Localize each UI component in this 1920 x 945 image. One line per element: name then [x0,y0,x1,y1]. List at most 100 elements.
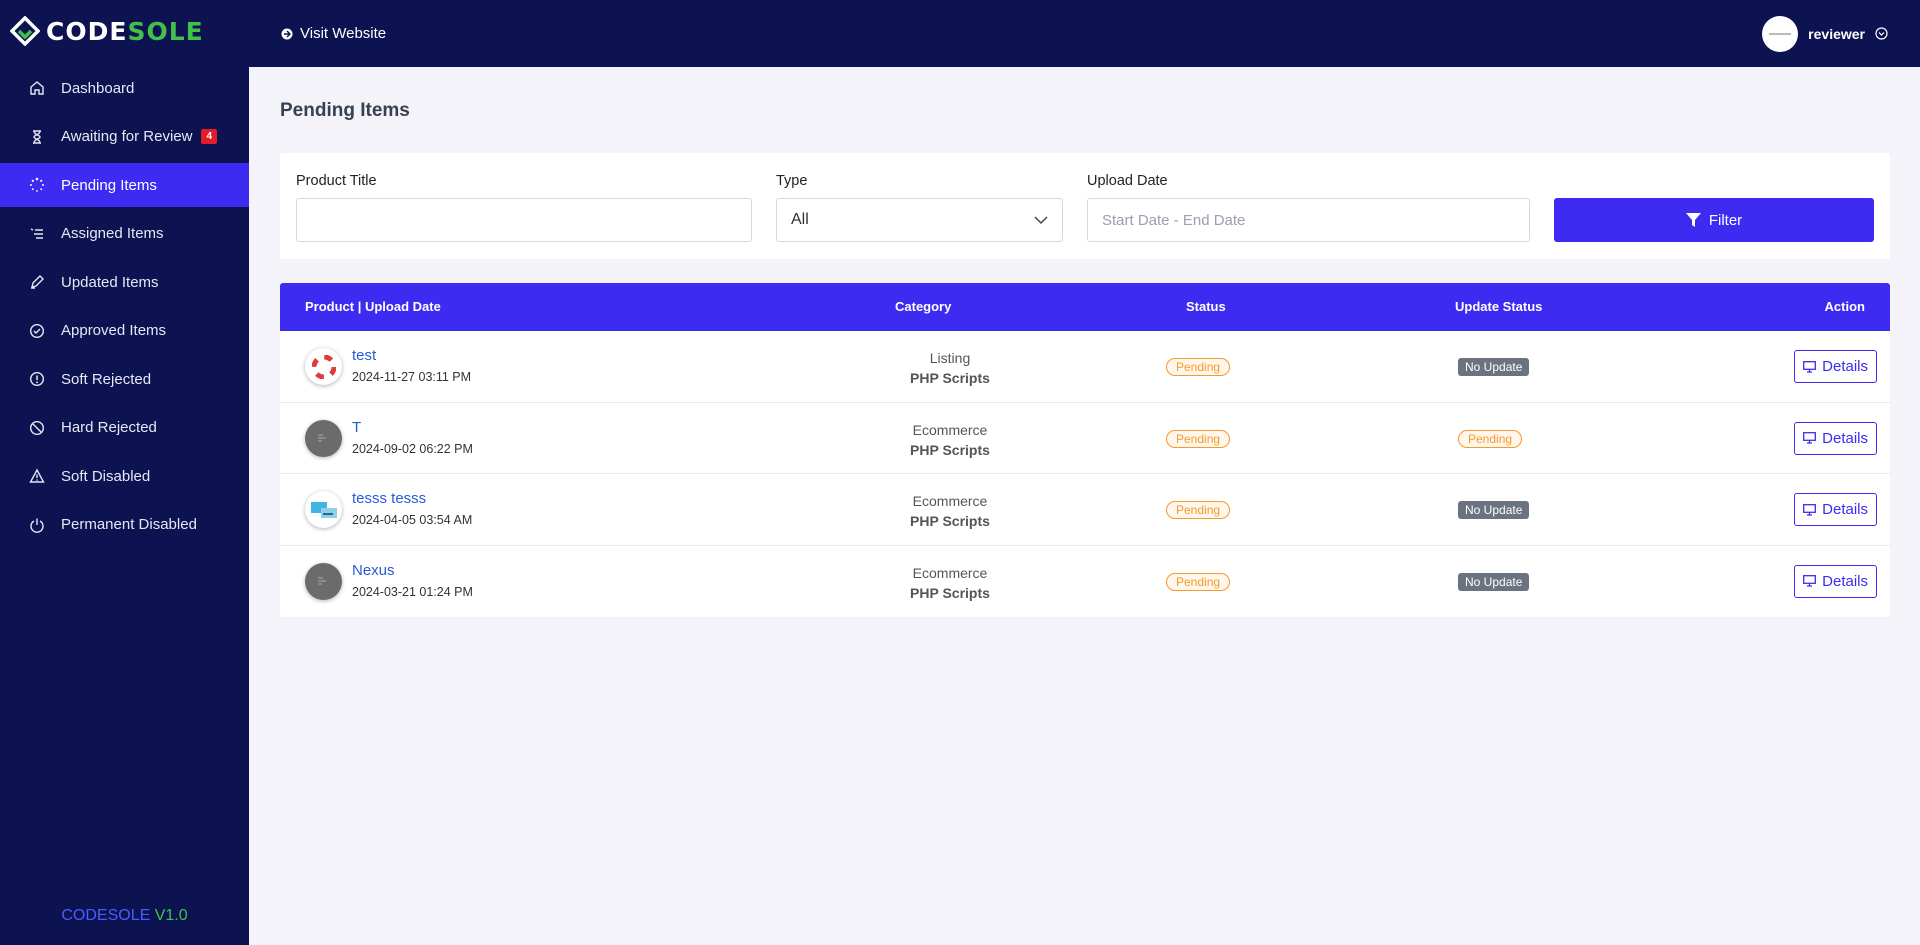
pending-items-table: Product | Upload Date Category Status Up… [280,283,1890,617]
sidebar-item-dashboard[interactable]: Dashboard [0,66,249,110]
logo-text: CODESOLE [46,16,204,46]
sidebar-item-label: Approved Items [61,322,167,339]
category-cell: Ecommerce PHP Scripts [860,420,1040,460]
monitor-icon [1803,432,1817,444]
sidebar-item-soft-rejected[interactable]: Soft Rejected [0,357,249,401]
spinner-icon [29,177,45,193]
page-title: Pending Items [280,100,410,121]
category-cell: Ecommerce PHP Scripts [860,491,1040,531]
placeholder-image-icon [317,577,326,585]
product-image-icon [310,501,337,518]
update-status-badge: No Update [1458,358,1530,376]
user-menu[interactable]: reviewer [1762,15,1888,52]
monitor-icon [1803,503,1817,516]
avatar-image-icon [1769,32,1792,35]
upload-date: 2024-03-21 01:24 PM [352,584,473,599]
filter-icon [1685,213,1701,227]
details-button-label: Details [1822,572,1868,590]
product-title-label: Product Title [296,173,377,189]
header-update-status: Update Status [1455,299,1543,314]
sidebar-item-permanent-disabled[interactable]: Permanent Disabled [0,503,249,547]
sidebar-item-updated-items[interactable]: Updated Items [0,260,249,304]
category-cell: Ecommerce PHP Scripts [860,563,1040,603]
details-button[interactable]: Details [1794,564,1877,598]
header-product: Product | Upload Date [305,299,441,314]
list-icon [29,226,45,242]
update-status-badge: No Update [1458,501,1530,519]
monitor-icon [1803,575,1817,587]
pencil-icon [29,274,45,290]
header-category: Category [895,299,952,314]
type-label: Type [776,173,808,189]
category-cell: Listing PHP Scripts [860,348,1040,388]
visit-website-link[interactable]: Visit Website [281,25,386,42]
details-button-label: Details [1822,501,1868,518]
sidebar-item-awaiting-review[interactable]: Awaiting for Review 4 [0,115,249,159]
power-icon [29,517,45,533]
table-row: T 2024-09-02 06:22 PM Ecommerce PHP Scri… [280,403,1890,474]
details-button[interactable]: Details [1794,493,1877,526]
username: reviewer [1808,25,1865,42]
chevron-down-icon[interactable] [1875,27,1888,40]
product-name-link[interactable]: test [352,347,376,364]
product-thumbnail [305,348,342,385]
product-thumbnail [305,419,342,457]
subcategory: PHP Scripts [910,513,990,529]
update-status-badge: No Update [1458,572,1530,591]
sidebar-item-pending-items[interactable]: Pending Items [0,163,249,207]
details-button[interactable]: Details [1794,350,1877,383]
product-name-link[interactable]: tesss tesss [352,490,426,507]
product-name-link[interactable]: Nexus [352,562,395,579]
upload-date: 2024-04-05 03:54 AM [352,513,473,527]
table-row: Nexus 2024-03-21 01:24 PM Ecommerce PHP … [280,546,1890,618]
header-status: Status [1186,299,1226,314]
table-row: test 2024-11-27 03:11 PM Listing PHP Scr… [280,331,1890,403]
upload-date-label: Upload Date [1087,173,1168,189]
details-button-label: Details [1822,429,1868,447]
status-badge: Pending [1166,429,1231,448]
status-badge: Pending [1166,501,1231,519]
review-count-badge: 4 [201,129,218,144]
category: Listing [929,350,971,366]
subcategory: PHP Scripts [910,441,990,458]
update-status-badge: Pending [1458,429,1523,448]
sidebar-item-soft-disabled[interactable]: Soft Disabled [0,454,249,498]
category: Ecommerce [912,421,988,438]
upload-date: 2024-11-27 03:11 PM [352,370,472,384]
hourglass-icon [29,129,45,145]
sidebar-item-label: Assigned Items [61,225,164,242]
details-button[interactable]: Details [1794,421,1877,455]
header-action: Action [1824,299,1865,314]
upload-date: 2024-09-02 06:22 PM [352,441,473,456]
product-name-link[interactable]: T [352,419,361,436]
status-badge: Pending [1166,358,1231,376]
sidebar-item-hard-rejected[interactable]: Hard Rejected [0,406,249,450]
visit-website-label: Visit Website [300,25,387,42]
filter-panel: Product Title Type All Upload Date Filte… [280,153,1890,259]
logo-icon [10,16,40,46]
filter-button-label: Filter [1708,211,1743,229]
table-header: Product | Upload Date Category Status Up… [280,283,1890,331]
warning-icon [29,468,45,484]
sidebar-item-label: Pending Items [61,176,157,194]
details-button-label: Details [1822,358,1868,375]
chevron-down-icon [1034,215,1048,224]
upload-date-range-input[interactable] [1087,198,1530,242]
ban-icon [29,420,45,436]
subcategory: PHP Scripts [910,584,990,601]
sidebar-item-label: Soft Disabled [61,467,151,485]
status-badge: Pending [1166,572,1231,591]
check-circle-icon [29,323,45,339]
globe-icon [281,28,293,39]
sidebar-item-label: Updated Items [61,273,159,291]
sidebar-item-label: Dashboard [61,79,135,97]
version-label: CODESOLE V1.0 [61,907,188,924]
sidebar-item-approved-items[interactable]: Approved Items [0,309,249,353]
sidebar: CODESOLE Dashboard Awaiting for Review 4… [0,0,249,945]
product-thumbnail [305,491,342,528]
sidebar-item-assigned-items[interactable]: Assigned Items [0,212,249,256]
filter-button[interactable]: Filter [1554,198,1874,242]
type-select[interactable]: All [776,198,1063,242]
logo[interactable]: CODESOLE [0,0,249,62]
product-title-input[interactable] [296,198,752,242]
